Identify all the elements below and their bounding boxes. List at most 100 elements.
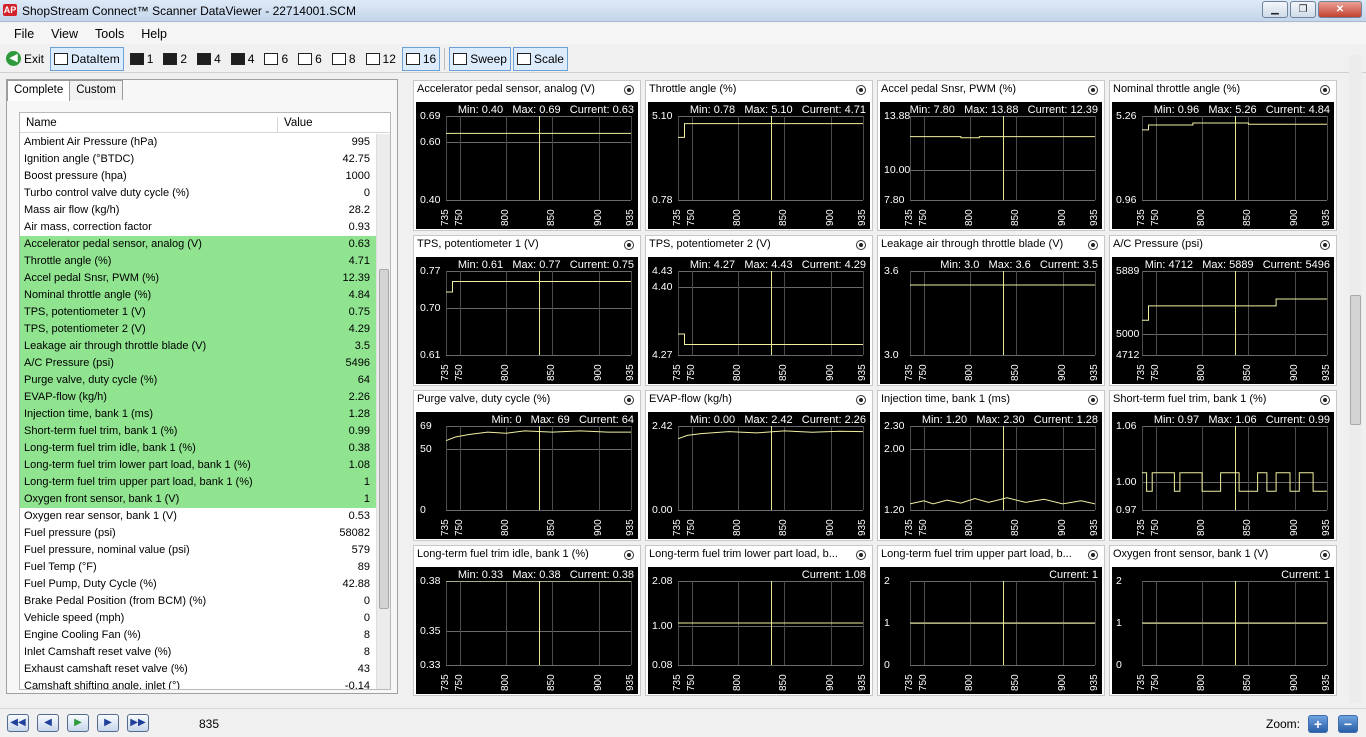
list-item[interactable]: Ambient Air Pressure (hPa) 995 — [20, 134, 378, 151]
graph-options-icon[interactable] — [1088, 240, 1098, 250]
list-item[interactable]: EVAP-flow (kg/h) 2.26 — [20, 389, 378, 406]
graph-panel[interactable]: Short-term fuel trim, bank 1 (%) Min: 0.9… — [1109, 390, 1337, 541]
fast-forward-button[interactable]: ▶▶ — [127, 714, 149, 732]
graph-panel[interactable]: Throttle angle (%) Min: 0.78 Max: 5.10 Cu… — [645, 80, 873, 231]
list-item[interactable]: Long-term fuel trim idle, bank 1 (%) 0.38 — [20, 440, 378, 457]
layout-12-button[interactable]: 12 — [362, 47, 400, 71]
list-item[interactable]: Oxygen front sensor, bank 1 (V) 1 — [20, 491, 378, 508]
graph-options-icon[interactable] — [624, 550, 634, 560]
layout-1-button[interactable]: 1 — [126, 47, 158, 71]
graph-panel[interactable]: Long-term fuel trim lower part load, b..… — [645, 545, 873, 696]
list-item[interactable]: Fuel Pump, Duty Cycle (%) 42.88 — [20, 576, 378, 593]
menu-view[interactable]: View — [45, 27, 89, 41]
menu-tools[interactable]: Tools — [89, 27, 135, 41]
graph-panel[interactable]: Long-term fuel trim idle, bank 1 (%) Min:… — [413, 545, 641, 696]
list-item[interactable]: Nominal throttle angle (%) 4.84 — [20, 287, 378, 304]
layout-6-grid-button[interactable]: 6 — [294, 47, 326, 71]
sweep-button[interactable]: Sweep — [449, 46, 511, 71]
list-scrollbar-thumb[interactable] — [379, 269, 389, 609]
graph-panel[interactable]: Accelerator pedal sensor, analog (V) Min:… — [413, 80, 641, 231]
play-button[interactable]: ▶ — [67, 714, 89, 732]
list-item[interactable]: Long-term fuel trim lower part load, ban… — [20, 457, 378, 474]
layout-6-rows-button[interactable]: 6 — [260, 47, 292, 71]
dataitem-button[interactable]: DataItem — [50, 46, 124, 71]
graph-panel[interactable]: Injection time, bank 1 (ms) Min: 1.20 Max… — [877, 390, 1105, 541]
graph-options-icon[interactable] — [1320, 85, 1330, 95]
tab-custom[interactable]: Custom — [69, 80, 123, 100]
layout-4-rows-button[interactable]: 4 — [193, 47, 225, 71]
list-item[interactable]: Fuel pressure, nominal value (psi) 579 — [20, 542, 378, 559]
minimize-button[interactable]: ▁ — [1262, 1, 1288, 18]
graph-options-icon[interactable] — [1088, 395, 1098, 405]
layout-4-grid-button[interactable]: 4 — [227, 47, 259, 71]
list-item[interactable]: Boost pressure (hpa) 1000 — [20, 168, 378, 185]
list-item[interactable]: TPS, potentiometer 1 (V) 0.75 — [20, 304, 378, 321]
tab-complete[interactable]: Complete — [7, 80, 71, 101]
step-back-button[interactable]: ◀ — [37, 714, 59, 732]
layout-8-button[interactable]: 8 — [328, 47, 360, 71]
list-item[interactable]: Fuel pressure (psi) 58082 — [20, 525, 378, 542]
list-item[interactable]: Engine Cooling Fan (%) 8 — [20, 627, 378, 644]
graph-options-icon[interactable] — [856, 85, 866, 95]
graph-options-icon[interactable] — [1320, 240, 1330, 250]
list-item[interactable]: Oxygen rear sensor, bank 1 (V) 0.53 — [20, 508, 378, 525]
graph-options-icon[interactable] — [1088, 550, 1098, 560]
layout-2-button[interactable]: 2 — [159, 47, 191, 71]
list-item[interactable]: Camshaft shifting angle, inlet (°) -0.14 — [20, 678, 378, 689]
graph-panel[interactable]: Oxygen front sensor, bank 1 (V) Current: … — [1109, 545, 1337, 696]
menu-help[interactable]: Help — [135, 27, 178, 41]
list-item[interactable]: Accel pedal Snsr, PWM (%) 12.39 — [20, 270, 378, 287]
list-item[interactable]: Fuel Temp (°F) 89 — [20, 559, 378, 576]
close-button[interactable]: ✕ — [1318, 1, 1362, 18]
rewind-button[interactable]: ◀◀ — [7, 714, 29, 732]
list-item[interactable]: Throttle angle (%) 4.71 — [20, 253, 378, 270]
column-header-name[interactable]: Name — [26, 117, 57, 129]
list-item[interactable]: Ignition angle (°BTDC) 42.75 — [20, 151, 378, 168]
graph-options-icon[interactable] — [856, 550, 866, 560]
graph-scrollbar-thumb[interactable] — [1350, 295, 1361, 425]
zoom-out-button[interactable]: − — [1338, 715, 1358, 733]
graph-scrollbar[interactable] — [1349, 55, 1362, 703]
list-item[interactable]: Exhaust camshaft reset valve (%) 43 — [20, 661, 378, 678]
graph-panel[interactable]: Long-term fuel trim upper part load, b..… — [877, 545, 1105, 696]
graph-panel[interactable]: TPS, potentiometer 1 (V) Min: 0.61 Max: 0… — [413, 235, 641, 386]
graph-options-icon[interactable] — [856, 395, 866, 405]
list-item[interactable]: Leakage air through throttle blade (V) 3.… — [20, 338, 378, 355]
list-item[interactable]: Inlet Camshaft reset valve (%) 8 — [20, 644, 378, 661]
menu-file[interactable]: File — [8, 27, 45, 41]
graph-panel[interactable]: Leakage air through throttle blade (V) Mi… — [877, 235, 1105, 386]
graph-options-icon[interactable] — [1320, 550, 1330, 560]
list-item[interactable]: Accelerator pedal sensor, analog (V) 0.63 — [20, 236, 378, 253]
list-scrollbar[interactable] — [376, 134, 390, 689]
graph-panel[interactable]: Nominal throttle angle (%) Min: 0.96 Max:… — [1109, 80, 1337, 231]
exit-button[interactable]: ◀ Exit — [2, 47, 48, 71]
list-item[interactable]: A/C Pressure (psi) 5496 — [20, 355, 378, 372]
list-item[interactable]: TPS, potentiometer 2 (V) 4.29 — [20, 321, 378, 338]
list-item[interactable]: Purge valve, duty cycle (%) 64 — [20, 372, 378, 389]
layout-16-button[interactable]: 16 — [401, 46, 441, 71]
zoom-in-button[interactable]: + — [1308, 715, 1328, 733]
graph-panel[interactable]: TPS, potentiometer 2 (V) Min: 4.27 Max: 4… — [645, 235, 873, 386]
maximize-button[interactable]: ❐ — [1290, 1, 1316, 18]
graph-options-icon[interactable] — [1320, 395, 1330, 405]
list-item[interactable]: Mass air flow (kg/h) 28.2 — [20, 202, 378, 219]
column-header-value[interactable]: Value — [277, 117, 313, 133]
list-item[interactable]: Long-term fuel trim upper part load, ban… — [20, 474, 378, 491]
graph-panel[interactable]: Purge valve, duty cycle (%) Min: 0 Max: 6… — [413, 390, 641, 541]
list-item[interactable]: Short-term fuel trim, bank 1 (%) 0.99 — [20, 423, 378, 440]
graph-options-icon[interactable] — [1088, 85, 1098, 95]
list-item[interactable]: Air mass, correction factor 0.93 — [20, 219, 378, 236]
graph-options-icon[interactable] — [856, 240, 866, 250]
list-item[interactable]: Turbo control valve duty cycle (%) 0 — [20, 185, 378, 202]
list-item[interactable]: Injection time, bank 1 (ms) 1.28 — [20, 406, 378, 423]
scale-button[interactable]: Scale — [512, 46, 568, 71]
graph-panel[interactable]: Accel pedal Snsr, PWM (%) Min: 7.80 Max: … — [877, 80, 1105, 231]
graph-options-icon[interactable] — [624, 240, 634, 250]
graph-options-icon[interactable] — [624, 85, 634, 95]
graph-panel[interactable]: A/C Pressure (psi) Min: 4712 Max: 5889 Cu… — [1109, 235, 1337, 386]
graph-panel[interactable]: EVAP-flow (kg/h) Min: 0.00 Max: 2.42 Curr… — [645, 390, 873, 541]
list-item[interactable]: Brake Pedal Position (from BCM) (%) 0 — [20, 593, 378, 610]
graph-options-icon[interactable] — [624, 395, 634, 405]
step-forward-button[interactable]: ▶ — [97, 714, 119, 732]
list-item[interactable]: Vehicle speed (mph) 0 — [20, 610, 378, 627]
